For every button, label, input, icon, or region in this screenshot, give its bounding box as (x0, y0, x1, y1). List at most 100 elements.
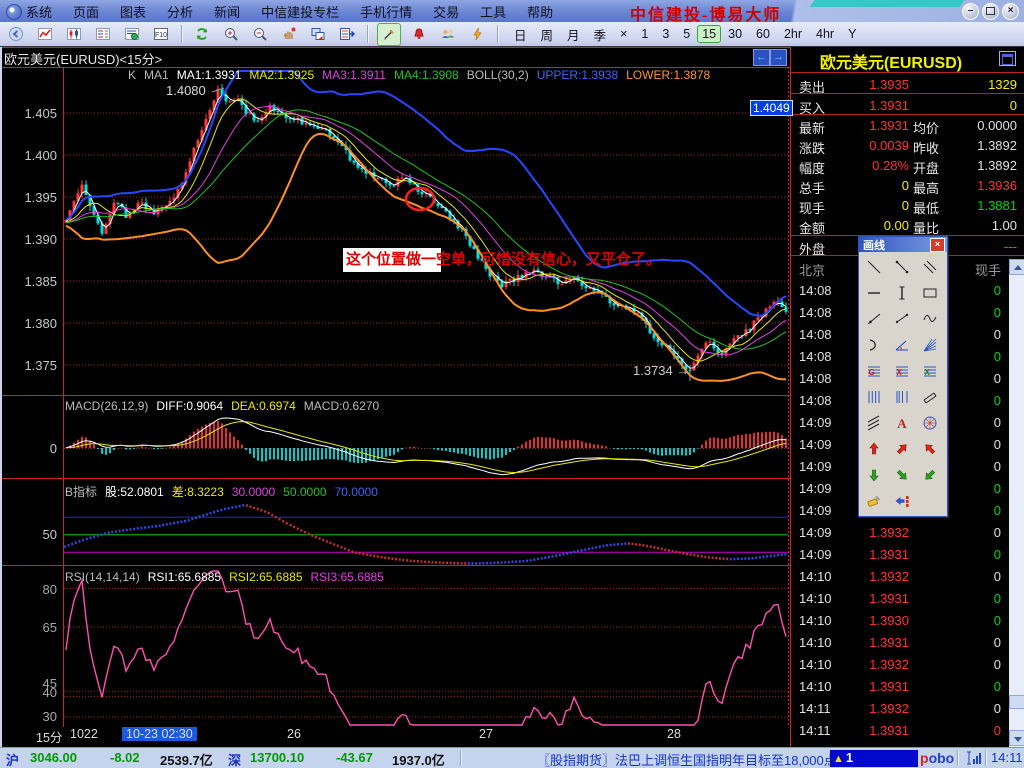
period-×[interactable]: × (613, 25, 634, 43)
period-2hr[interactable]: 2hr (777, 25, 809, 43)
tool-parallel-lines-icon[interactable] (916, 254, 944, 280)
tool-hide-palette-icon[interactable] (888, 488, 916, 514)
period-周[interactable]: 周 (534, 23, 561, 46)
toolbar-separator (497, 25, 499, 43)
refresh-icon[interactable] (191, 24, 213, 45)
tool-eraser-icon[interactable] (860, 488, 888, 514)
menu-item-新闻[interactable]: 新闻 (214, 2, 240, 21)
minimize-button[interactable]: – (962, 3, 979, 20)
tool-rectangle-icon[interactable] (916, 280, 944, 306)
menu-item-图表[interactable]: 图表 (120, 2, 146, 21)
back-icon[interactable] (5, 24, 27, 45)
menu-item-交易[interactable]: 交易 (433, 2, 459, 21)
period-4hr[interactable]: 4hr (809, 25, 841, 43)
close-button[interactable]: × (1002, 3, 1019, 20)
menu-item-分析[interactable]: 分析 (167, 2, 193, 21)
draw-line-icon[interactable] (377, 22, 401, 46)
f10-data-icon[interactable]: F10 (150, 24, 172, 45)
indicator-token: MA3:1.3911 (322, 68, 386, 82)
tool-fibo-retrace-icon[interactable]: X (916, 358, 944, 384)
period-5[interactable]: 5 (676, 25, 697, 43)
tool-text-note-icon[interactable]: A (888, 410, 916, 436)
period-季[interactable]: 季 (587, 23, 614, 46)
quote-value: 0.00 (883, 218, 909, 233)
tool-angle-line-icon[interactable] (888, 332, 916, 358)
tick-row: 14:10 1.3931 0 (791, 678, 1024, 698)
tool-arrow-se-icon[interactable] (888, 462, 916, 488)
tick-row: 14:09 1.3931 0 (791, 546, 1024, 566)
period-3[interactable]: 3 (655, 25, 676, 43)
window-switch-icon[interactable] (307, 24, 329, 45)
menu-item-中信建投专栏[interactable]: 中信建投专栏 (261, 2, 339, 21)
tick-time: 14:08 (799, 371, 832, 386)
tool-band-channel-icon[interactable] (860, 410, 888, 436)
tool-vertical-grid-icon[interactable] (860, 384, 888, 410)
tool-arrow-down-icon[interactable] (860, 462, 888, 488)
tool-short-segment-icon[interactable] (888, 306, 916, 332)
tool-percent-retrace-icon[interactable]: X (888, 358, 916, 384)
tool-line-segment-icon[interactable] (888, 254, 916, 280)
tool-arrow-ne-icon[interactable] (888, 436, 916, 462)
zoom-in-icon[interactable] (220, 24, 242, 45)
quote-label: 开盘 (913, 161, 940, 176)
period-30[interactable]: 30 (721, 25, 749, 43)
tool-horizontal-line-icon[interactable] (860, 280, 888, 306)
period-Y[interactable]: Y (841, 25, 863, 43)
candle-chart-icon[interactable] (63, 24, 85, 45)
tool-slope-channel-icon[interactable] (916, 384, 944, 410)
tool-gann-fan-icon[interactable] (916, 332, 944, 358)
scrollbar-thumb[interactable] (1009, 695, 1024, 709)
news-board-icon[interactable] (121, 24, 143, 45)
chart-canvas[interactable] (0, 47, 790, 747)
community-icon[interactable] (437, 24, 459, 45)
menu-item-页面[interactable]: 页面 (73, 2, 99, 21)
panel-restore-icon[interactable] (999, 51, 1016, 66)
tool-cycle-circle-icon[interactable] (916, 410, 944, 436)
tool-ray-line-icon[interactable] (860, 306, 888, 332)
quote-board-icon[interactable] (92, 24, 114, 45)
price-tick-label: 1.375 (24, 358, 57, 373)
quote-row-总手: 总手 0 最高 1.3936 (791, 177, 1024, 197)
drag-hand-icon[interactable] (278, 24, 300, 45)
line-chart-icon[interactable] (34, 24, 56, 45)
period-1[interactable]: 1 (634, 25, 655, 43)
period-selector: 日周月季 × 1 3 5 15 30 60 2hr 4hr Y (507, 23, 863, 46)
tool-arrow-nw-icon[interactable] (916, 436, 944, 462)
tick-price: 1.3932 (869, 525, 909, 540)
tool-trend-line-icon[interactable] (860, 254, 888, 280)
tool-vertical-line-icon[interactable] (888, 280, 916, 306)
quick-trade-icon[interactable] (466, 24, 488, 45)
palette-titlebar[interactable]: 画线 × (859, 237, 947, 252)
tool-arrow-sw-icon[interactable] (916, 462, 944, 488)
restore-button[interactable] (982, 3, 999, 20)
scroll-left-button[interactable]: ← (753, 49, 770, 66)
scroll-down-button[interactable] (1009, 730, 1024, 746)
alert-badge[interactable]: ▲ 1 (830, 750, 918, 767)
window-controls: – × (962, 3, 1019, 20)
zoom-out-icon[interactable] (249, 24, 271, 45)
period-日[interactable]: 日 (507, 23, 534, 46)
tool-gann-lines-icon[interactable]: G (860, 358, 888, 384)
app-icon[interactable] (6, 4, 22, 20)
goto-chart-icon[interactable] (336, 24, 358, 45)
tool-arc-icon[interactable] (860, 332, 888, 358)
period-月[interactable]: 月 (560, 23, 587, 46)
tool-wave-curve-icon[interactable] (916, 306, 944, 332)
menu-item-工具[interactable]: 工具 (480, 2, 506, 21)
period-60[interactable]: 60 (749, 25, 777, 43)
palette-close-button[interactable]: × (930, 237, 945, 252)
tick-list-scrollbar[interactable] (1009, 259, 1024, 747)
news-ticker[interactable]: 〖股指期货〗法巴上调恒生国指明年目标至18,000点 (537, 750, 837, 768)
menu-item-手机行情[interactable]: 手机行情 (360, 2, 412, 21)
period-15[interactable]: 15 (697, 25, 722, 43)
menu-item-系统[interactable]: 系统 (26, 2, 52, 21)
tool-cycle-lines-icon[interactable] (888, 384, 916, 410)
tick-header-market: 北京 (799, 263, 826, 278)
menu-item-帮助[interactable]: 帮助 (527, 2, 553, 21)
price-alert-icon[interactable] (408, 24, 430, 45)
scroll-right-button[interactable]: → (770, 49, 787, 66)
main-indicator-header: K MA1 MA1:1.3931 MA2:1.3925 MA3:1.3911 MA4:1.… (128, 68, 718, 82)
scroll-up-button[interactable] (1009, 259, 1024, 275)
user-note-annotation[interactable]: 这个位置做一空单，可惜没有信心，又平仓了。 (343, 248, 661, 272)
tool-arrow-up-icon[interactable] (860, 436, 888, 462)
